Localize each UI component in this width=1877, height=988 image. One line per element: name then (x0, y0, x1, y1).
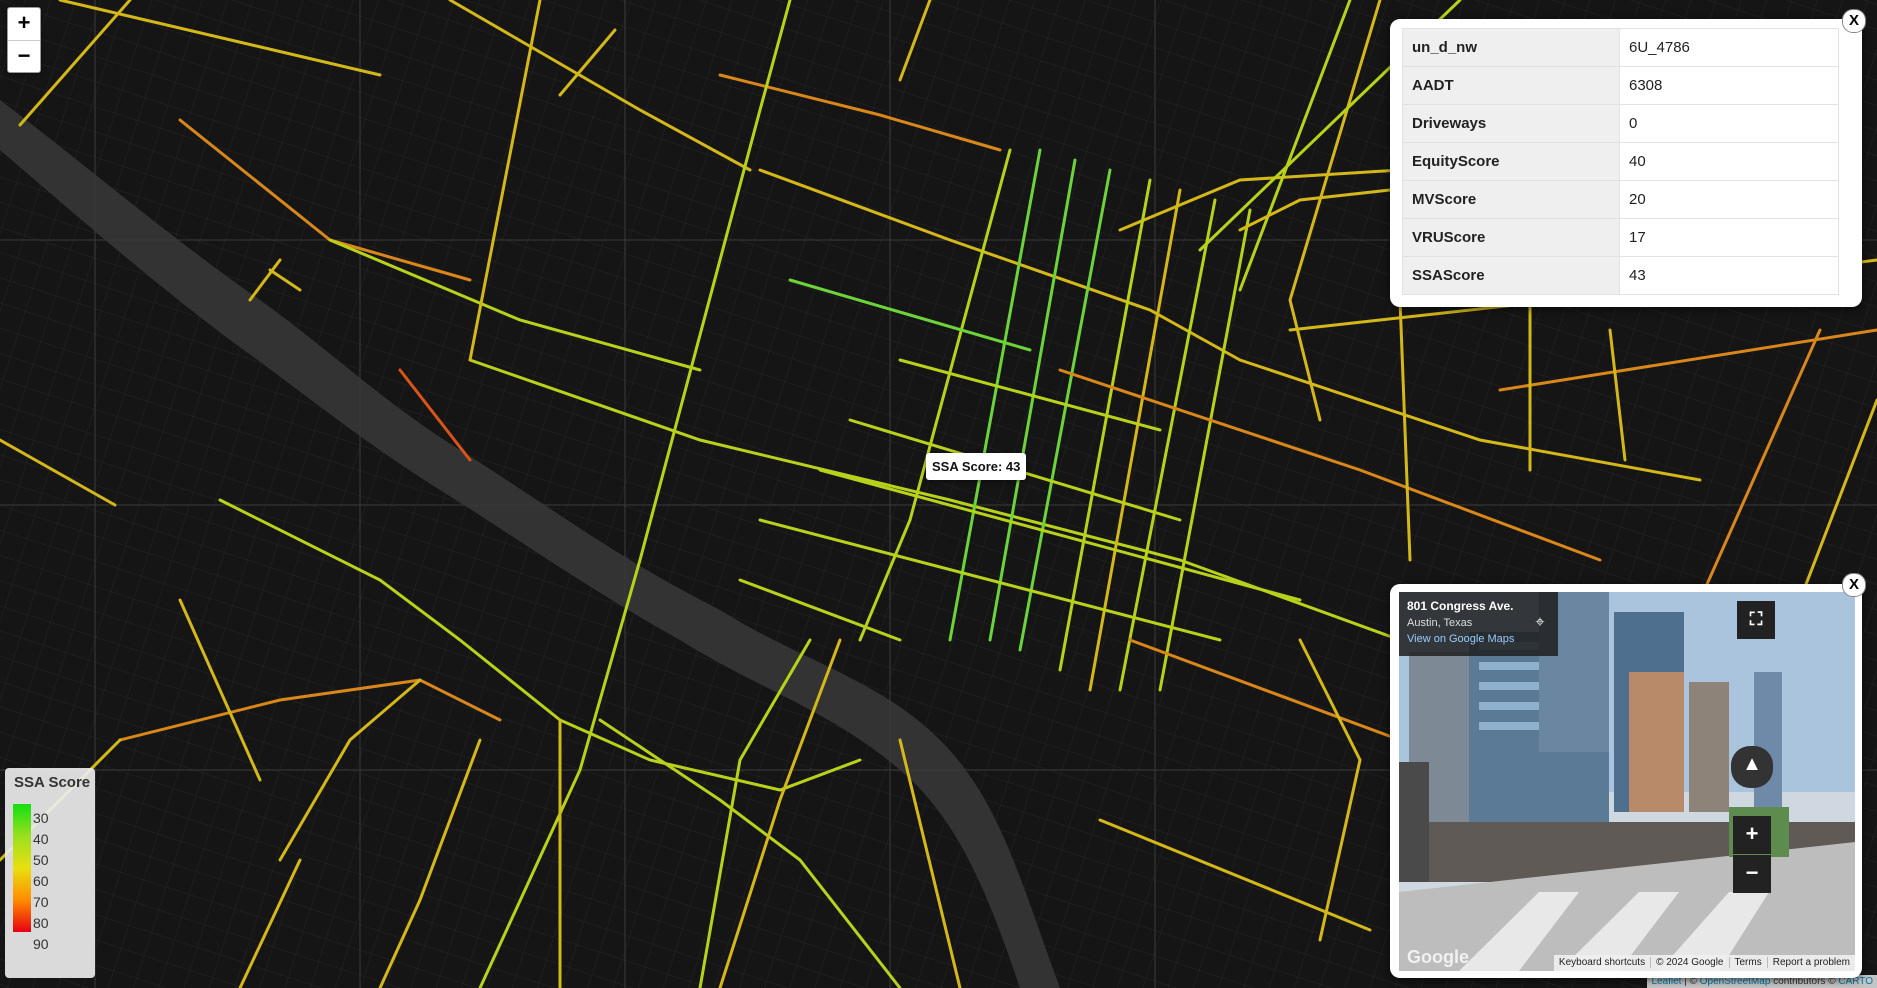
attribute-value: 6U_4786 (1619, 28, 1839, 67)
attribute-key: AADT (1402, 66, 1620, 105)
ssa-legend: SSA Score 30 40 50 60 70 80 90 (5, 768, 95, 978)
segment-info-panel: un_d_nw 6U_4786 AADT 6308 Driveways 0 EquitySc… (1390, 19, 1862, 307)
attribute-key: EquityScore (1402, 142, 1620, 181)
street-view-image[interactable]: 801 Congress Ave. Austin, Texas View on … (1399, 592, 1855, 971)
info-panel-close-button[interactable]: X (1842, 9, 1866, 33)
attribute-row: MVScore 20 (1402, 180, 1839, 219)
ssa-score-popup: SSA Score: 43 (926, 453, 1027, 480)
legend-tick: 40 (33, 831, 49, 847)
attribute-value: 43 (1619, 256, 1839, 295)
street-view-close-button[interactable]: X (1842, 573, 1866, 597)
report-problem-link[interactable]: Report a problem (1766, 957, 1855, 968)
attribute-key: SSAScore (1402, 256, 1620, 295)
legend-tick: 90 (33, 936, 49, 952)
attribute-key: un_d_nw (1402, 28, 1620, 67)
zoom-out-button[interactable]: − (8, 41, 40, 73)
legend-tick: 80 (33, 915, 49, 931)
legend-tick: 70 (33, 894, 49, 910)
attribute-row: SSAScore 43 (1402, 256, 1839, 295)
attribute-row: VRUScore 17 (1402, 218, 1839, 257)
segment-attributes-table: un_d_nw 6U_4786 AADT 6308 Driveways 0 EquitySc… (1402, 28, 1839, 295)
attribute-value: 20 (1619, 180, 1839, 219)
attribute-key: MVScore (1402, 180, 1620, 219)
terms-link[interactable]: Terms (1728, 957, 1767, 968)
legend-tick: 50 (33, 852, 49, 868)
attribute-row: Driveways 0 (1402, 104, 1839, 143)
attribute-key: Driveways (1402, 104, 1620, 143)
fullscreen-icon[interactable]: ⛶ (1737, 601, 1775, 639)
map-zoom-control: + − (7, 7, 41, 73)
attribute-value: 0 (1619, 104, 1839, 143)
street-view-address-card: 801 Congress Ave. Austin, Texas View on … (1399, 592, 1558, 656)
legend-tick: 60 (33, 873, 49, 889)
legend-gradient-bar (13, 804, 31, 932)
legend-tick: 30 (33, 810, 49, 826)
street-view-zoom-out-button[interactable]: − (1733, 855, 1771, 893)
street-view-zoom-in-button[interactable]: + (1733, 816, 1771, 854)
street-view-address: 801 Congress Ave. (1407, 599, 1514, 613)
map-pin-icon[interactable]: ⌖ (1527, 614, 1553, 640)
attribute-value: 6308 (1619, 66, 1839, 105)
street-view-footer: Keyboard shortcuts © 2024 Google Terms Repo… (1553, 955, 1855, 971)
street-view-panel: 801 Congress Ave. Austin, Texas View on … (1390, 584, 1862, 978)
zoom-in-button[interactable]: + (8, 8, 40, 41)
copyright-text: © 2024 Google (1650, 957, 1729, 968)
attribute-row: un_d_nw 6U_4786 (1402, 28, 1839, 67)
attribute-value: 17 (1619, 218, 1839, 257)
legend-title: SSA Score (14, 774, 91, 791)
attribute-row: AADT 6308 (1402, 66, 1839, 105)
attribute-key: VRUScore (1402, 218, 1620, 257)
attribute-row: EquityScore 40 (1402, 142, 1839, 181)
google-logo: Google (1407, 947, 1469, 967)
attribute-value: 40 (1619, 142, 1839, 181)
street-view-city: Austin, Texas (1407, 617, 1473, 629)
keyboard-shortcuts-link[interactable]: Keyboard shortcuts (1554, 957, 1650, 968)
view-on-google-maps-link[interactable]: View on Google Maps (1407, 633, 1514, 645)
compass-icon[interactable]: ▲ (1731, 746, 1773, 788)
